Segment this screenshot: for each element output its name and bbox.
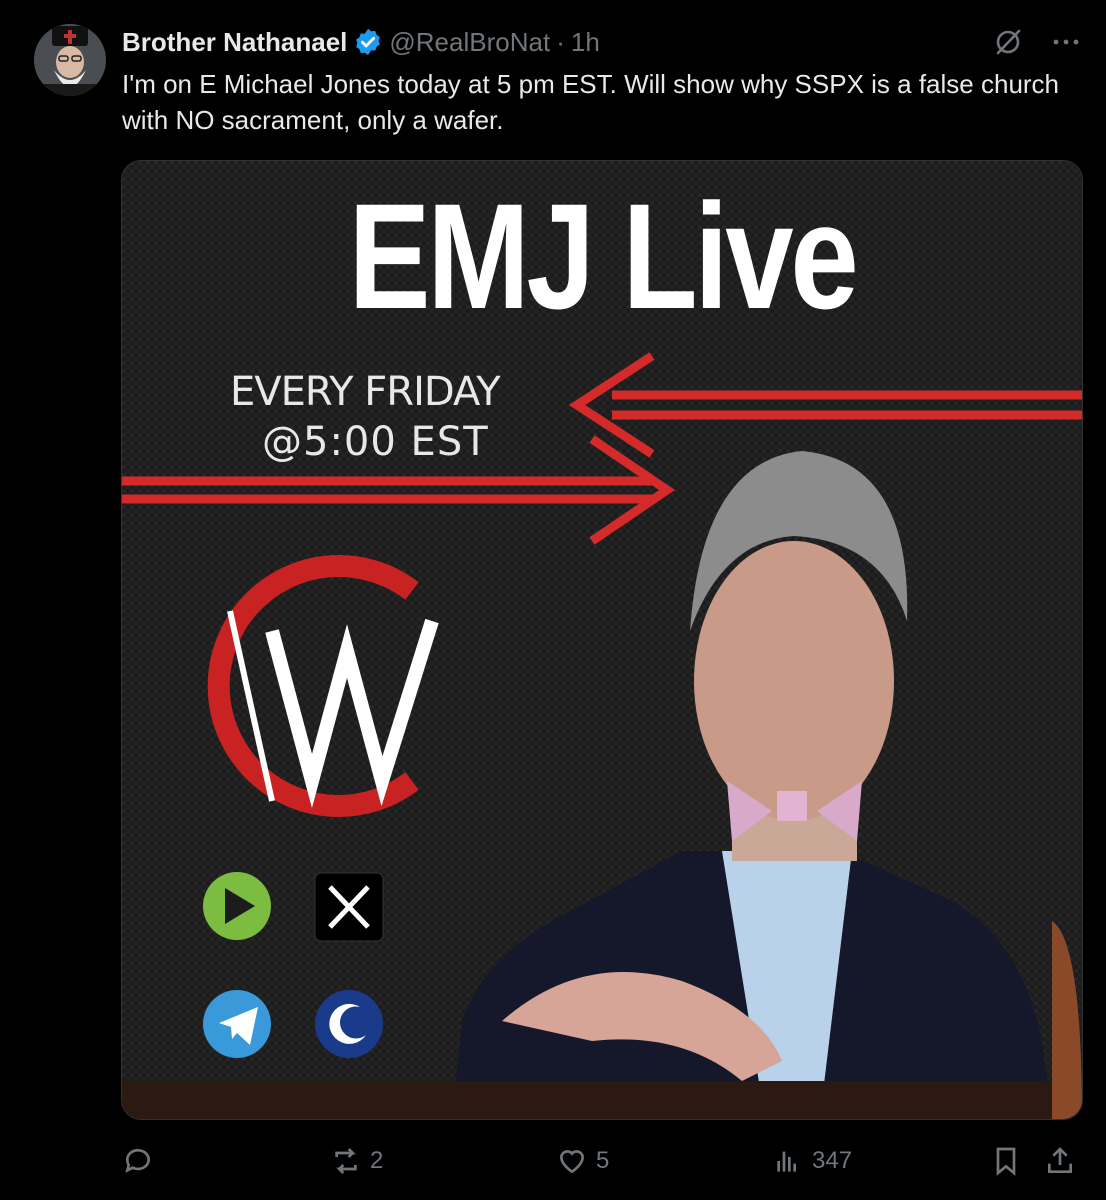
bookmark-button[interactable] xyxy=(990,1145,1022,1177)
top-right-actions xyxy=(992,26,1082,64)
repost-icon xyxy=(335,1148,357,1174)
x-icon xyxy=(314,872,384,942)
post-media-image[interactable]: EMJ Live EVERY FRIDAY @5:00 EST xyxy=(121,160,1083,1120)
avatar[interactable] xyxy=(34,24,106,96)
reply-icon xyxy=(125,1148,150,1173)
post: Brother Nathanael @RealBroNat · 1h I'm o… xyxy=(0,0,1106,1200)
action-bar: 2 5 347 xyxy=(122,1138,1076,1184)
share-icon xyxy=(1048,1147,1072,1173)
rumble-icon xyxy=(203,872,271,940)
verified-badge-icon xyxy=(353,27,383,57)
media-title: EMJ Live xyxy=(348,172,859,340)
grok-icon[interactable] xyxy=(992,26,1024,64)
reply-button[interactable] xyxy=(122,1145,162,1177)
views-icon xyxy=(777,1151,796,1172)
more-icon[interactable] xyxy=(1050,26,1082,64)
like-count: 5 xyxy=(596,1147,610,1174)
separator: · xyxy=(556,26,565,57)
views-button[interactable]: 347 xyxy=(772,1145,852,1177)
repost-button[interactable]: 2 xyxy=(330,1145,383,1177)
odysee-icon xyxy=(315,990,383,1058)
bookmark-icon xyxy=(996,1147,1016,1176)
share-button[interactable] xyxy=(1044,1145,1076,1177)
repost-count: 2 xyxy=(370,1147,384,1174)
media-schedule-day: EVERY FRIDAY xyxy=(230,369,501,415)
author-handle[interactable]: @RealBroNat xyxy=(389,27,550,58)
telegram-icon xyxy=(203,990,271,1058)
post-header: Brother Nathanael @RealBroNat · 1h xyxy=(122,24,600,60)
avatar-image xyxy=(34,24,106,96)
views-count: 347 xyxy=(812,1147,853,1174)
author-name[interactable]: Brother Nathanael xyxy=(122,27,347,58)
post-text: I'm on E Michael Jones today at 5 pm EST… xyxy=(122,69,1060,135)
heart-icon xyxy=(559,1150,585,1174)
media-schedule-time: @5:00 EST xyxy=(262,419,489,465)
like-button[interactable]: 5 xyxy=(556,1145,609,1177)
post-time[interactable]: 1h xyxy=(571,27,600,58)
